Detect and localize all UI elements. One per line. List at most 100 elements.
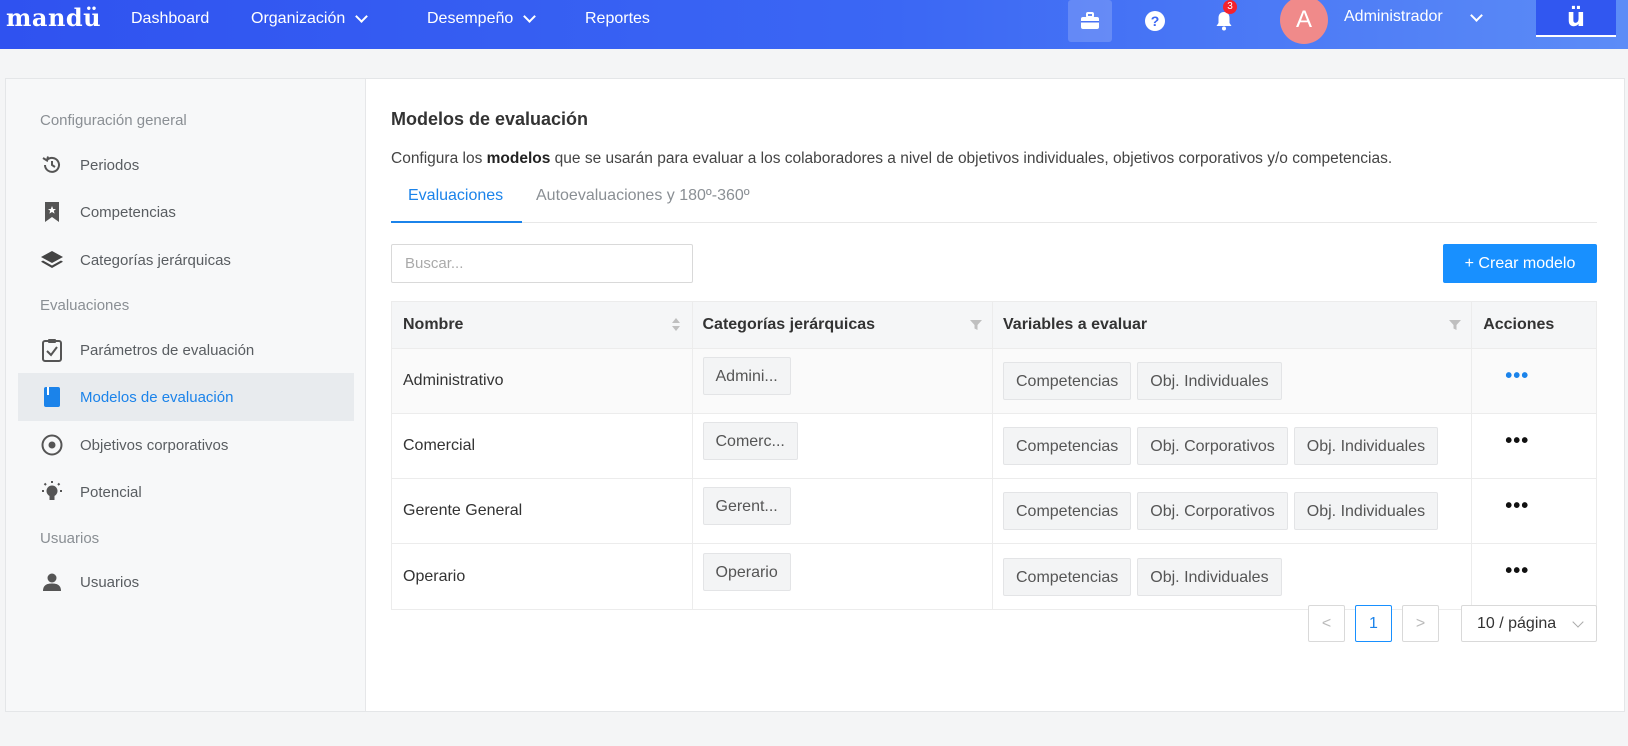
column-header-label: Categorías jerárquicas — [702, 316, 876, 333]
column-header-label: Nombre — [403, 316, 464, 333]
sidebar-item-parametros[interactable]: Parámetros de evaluación — [18, 326, 354, 374]
layers-icon — [40, 248, 64, 272]
target-icon — [40, 433, 64, 457]
variable-tag: Competencias — [1003, 427, 1132, 465]
cell-variables: Competencias Obj. Corporativos Obj. Indi… — [993, 479, 1473, 543]
description-suffix: que se usarán para evaluar a los colabor… — [550, 150, 1393, 167]
help-button[interactable]: ? — [1142, 0, 1168, 42]
cell-nombre: Comercial — [392, 414, 693, 478]
user-name[interactable]: Administrador — [1344, 8, 1443, 26]
sidebar-item-label: Usuarios — [80, 573, 140, 591]
avatar[interactable]: A — [1280, 0, 1328, 44]
sidebar-item-label: Objetivos corporativos — [80, 436, 229, 454]
cell-variables: Competencias Obj. Individuales — [993, 349, 1473, 413]
variable-tag: Competencias — [1003, 492, 1132, 530]
bookmark-star-icon — [40, 200, 64, 224]
cell-variables: Competencias Obj. Corporativos Obj. Indi… — [993, 414, 1473, 478]
cell-acciones: ••• — [1472, 544, 1596, 609]
nav-dashboard-label: Dashboard — [131, 10, 210, 27]
book-icon — [40, 385, 64, 409]
sidebar-group-general: Configuración general — [40, 112, 187, 129]
sidebar-item-usuarios[interactable]: Usuarios — [18, 558, 354, 606]
nav-reportes[interactable]: Reportes — [585, 10, 650, 28]
pagination-next-button[interactable]: > — [1402, 605, 1439, 642]
pagination-prev-button[interactable]: < — [1308, 605, 1345, 642]
cell-acciones: ••• — [1472, 349, 1596, 413]
sidebar-item-competencias[interactable]: Competencias — [18, 188, 354, 236]
sidebar-item-potencial[interactable]: Potencial — [18, 468, 354, 516]
tabs: Evaluaciones Autoevaluaciones y 180º-360… — [391, 175, 1597, 223]
cell-categoria: Gerent... — [693, 479, 993, 543]
sidebar-item-label: Potencial — [80, 483, 142, 501]
pagination-page-1[interactable]: 1 — [1355, 605, 1392, 642]
page-description: Configura los modelos que se usarán para… — [391, 150, 1392, 168]
variable-tag: Obj. Corporativos — [1137, 492, 1288, 530]
sidebar-item-label: Categorías jerárquicas — [80, 251, 231, 269]
page-size-select[interactable]: 10 / página — [1461, 605, 1597, 642]
category-tag[interactable]: Comerc... — [702, 422, 798, 460]
chevron-down-icon[interactable] — [1470, 9, 1483, 22]
cell-categoria: Admini... — [693, 349, 993, 413]
description-prefix: Configura los — [391, 150, 487, 167]
more-actions-icon[interactable]: ••• — [1505, 365, 1529, 388]
variable-tag: Obj. Individuales — [1293, 427, 1439, 465]
lightbulb-icon — [40, 480, 64, 504]
sidebar-group-usuarios: Usuarios — [40, 530, 100, 547]
notification-badge: 3 — [1223, 0, 1237, 14]
variable-tag: Obj. Individuales — [1293, 492, 1439, 530]
user-icon — [40, 570, 64, 594]
column-header-label: Acciones — [1483, 316, 1555, 333]
category-tag[interactable]: Operario — [702, 552, 791, 591]
more-actions-icon[interactable]: ••• — [1505, 560, 1529, 583]
chevron-down-icon — [1572, 616, 1584, 628]
brand-mark[interactable]: ü — [1536, 0, 1616, 37]
create-model-button[interactable]: + Crear modelo — [1443, 244, 1597, 283]
variable-tag: Competencias — [1003, 557, 1132, 596]
sidebar-group-evaluaciones: Evaluaciones — [40, 297, 130, 314]
nav-organizacion-label: Organización — [251, 10, 346, 27]
sidebar-item-label: Competencias — [80, 203, 176, 221]
sidebar-item-categorias[interactable]: Categorías jerárquicas — [18, 236, 354, 284]
search-input[interactable] — [391, 244, 693, 283]
sidebar-item-objetivos[interactable]: Objetivos corporativos — [18, 421, 354, 469]
chevron-down-icon — [523, 10, 537, 23]
tab-autoevaluaciones[interactable]: Autoevaluaciones y 180º-360º — [536, 187, 750, 205]
table-row[interactable]: Administrativo Admini... Competencias Ob… — [392, 349, 1596, 414]
sort-icon[interactable] — [671, 318, 680, 331]
app-logo[interactable]: mandü — [6, 3, 101, 32]
more-actions-icon[interactable]: ••• — [1505, 495, 1529, 518]
variable-tag: Competencias — [1003, 362, 1132, 400]
briefcase-icon — [1081, 12, 1099, 29]
cell-nombre: Operario — [392, 544, 693, 609]
table-header: Nombre Categorías jerárquicas Variables … — [392, 302, 1596, 349]
filter-icon[interactable] — [970, 318, 982, 336]
sidebar-item-modelos[interactable]: Modelos de evaluación — [18, 373, 354, 421]
more-actions-icon[interactable]: ••• — [1505, 430, 1529, 453]
nav-organizacion[interactable]: Organización — [251, 10, 369, 28]
history-icon — [40, 153, 64, 177]
cell-acciones: ••• — [1472, 414, 1596, 478]
category-tag[interactable]: Admini... — [702, 357, 791, 395]
nav-dashboard[interactable]: Dashboard — [131, 10, 209, 28]
column-header-categorias: Categorías jerárquicas — [693, 302, 993, 348]
cell-nombre: Gerente General — [392, 479, 693, 543]
clipboard-check-icon — [40, 338, 64, 362]
chevron-down-icon — [355, 10, 369, 23]
table-row[interactable]: Gerente General Gerent... Competencias O… — [392, 479, 1596, 544]
tab-evaluaciones[interactable]: Evaluaciones — [408, 187, 503, 205]
column-header-acciones: Acciones — [1472, 302, 1596, 348]
models-table: Nombre Categorías jerárquicas Variables … — [391, 301, 1597, 610]
sidebar-item-periodos[interactable]: Periodos — [18, 141, 354, 189]
nav-desempeno-label: Desempeño — [427, 10, 514, 27]
column-header-nombre[interactable]: Nombre — [392, 302, 693, 348]
variable-tag: Obj. Corporativos — [1137, 427, 1288, 465]
cell-nombre: Administrativo — [392, 349, 693, 413]
briefcase-button[interactable] — [1068, 0, 1112, 42]
table-row[interactable]: Operario Operario Competencias Obj. Indi… — [392, 544, 1596, 609]
filter-icon[interactable] — [1449, 318, 1462, 336]
table-row[interactable]: Comercial Comerc... Competencias Obj. Co… — [392, 414, 1596, 479]
cell-categoria: Operario — [693, 544, 993, 609]
nav-desempeno[interactable]: Desempeño — [427, 10, 537, 28]
category-tag[interactable]: Gerent... — [702, 487, 791, 525]
top-navigation-bar: mandü Dashboard Organización Desempeño R… — [0, 0, 1628, 49]
